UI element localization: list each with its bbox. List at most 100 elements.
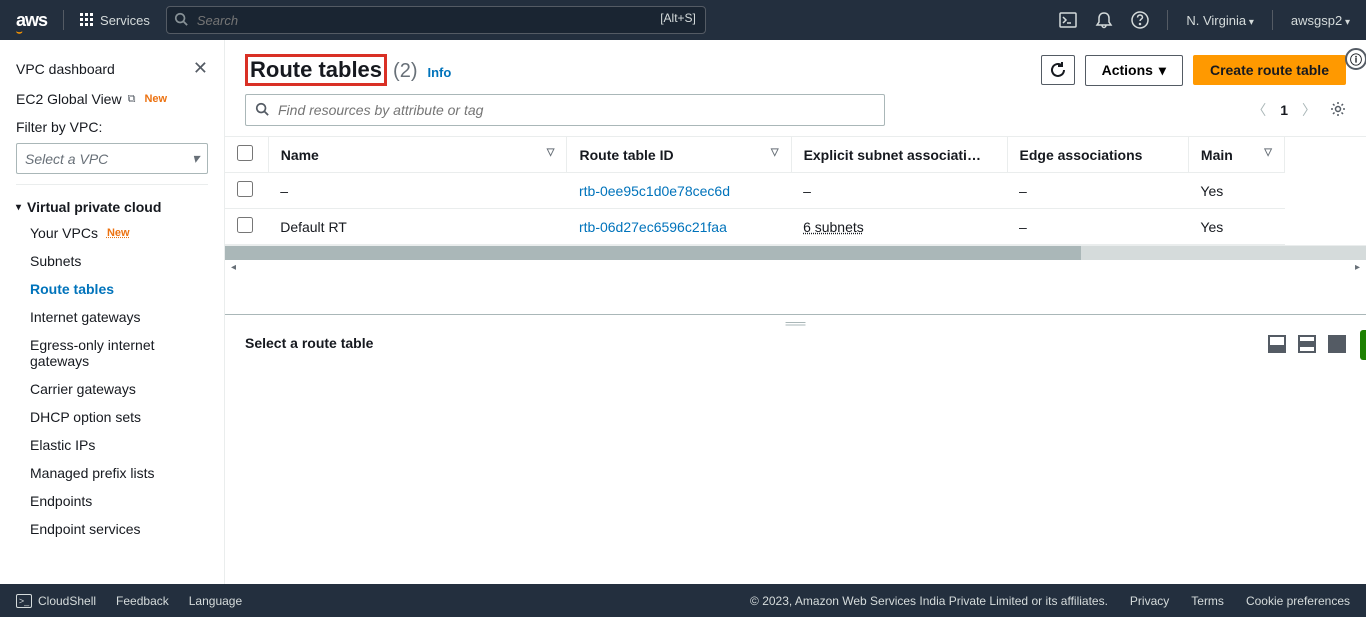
table-wrap: Name▽ Route table ID▽ Explicit subnet as… [225,136,1366,246]
sidebar-item-dashboard[interactable]: VPC dashboard ✕ [0,52,224,85]
item-label: Managed prefix lists [30,465,155,481]
aws-logo[interactable]: aws ⌣ [16,10,47,31]
divider [1167,10,1168,30]
sidebar-item-egress-gateways[interactable]: Egress-only internet gateways [0,331,224,375]
item-label: Route tables [30,281,114,297]
topnav-right: N. Virginia awsgsp2 [1059,10,1350,30]
cell-rtid-link[interactable]: rtb-0ee95c1d0e78cec6d [579,183,730,199]
sidebar-item-route-tables[interactable]: Route tables [0,275,224,303]
item-label: DHCP option sets [30,409,141,425]
item-label: Endpoints [30,493,92,509]
scroll-left-icon[interactable]: ◂ [231,262,236,273]
page-next[interactable]: 〉 [1302,100,1316,120]
new-badge: New [141,92,170,106]
services-menu[interactable]: Services [80,13,150,28]
row-checkbox[interactable] [237,181,253,197]
sidebar-item-your-vpcs[interactable]: Your VPCs New [0,219,224,247]
sidebar-item-endpoints[interactable]: Endpoints [0,487,224,515]
sidebar-item-ec2-global[interactable]: EC2 Global View ⧉ New [0,85,224,113]
layout-bottom-icon[interactable] [1268,335,1286,353]
cell-subnet-link[interactable]: 6 subnets [803,219,864,235]
route-tables-table: Name▽ Route table ID▽ Explicit subnet as… [225,137,1285,245]
scrollbar-thumb[interactable] [225,246,1081,260]
col-name[interactable]: Name▽ [268,137,567,173]
footer-copyright: © 2023, Amazon Web Services India Privat… [750,594,1108,608]
sort-icon[interactable]: ▽ [771,147,779,158]
sidebar-item-endpoint-services[interactable]: Endpoint services [0,515,224,543]
help-icon[interactable] [1131,11,1149,29]
create-label: Create route table [1210,62,1329,78]
layout-split-icon[interactable] [1298,335,1316,353]
item-label: Endpoint services [30,521,141,537]
sidebar-item-elastic-ips[interactable]: Elastic IPs [0,431,224,459]
sidebar-section-vpc[interactable]: Virtual private cloud [0,191,224,219]
search-input[interactable] [166,6,706,34]
resource-search-input[interactable] [245,94,885,126]
settings-icon[interactable] [1330,101,1346,120]
col-subnet[interactable]: Explicit subnet associati… [791,137,1007,173]
notifications-icon[interactable] [1095,11,1113,29]
create-route-table-button[interactable]: Create route table [1193,55,1346,85]
page-prev[interactable]: 〈 [1252,100,1266,120]
footer-terms[interactable]: Terms [1191,594,1224,608]
search-shortcut: [Alt+S] [660,11,696,25]
split-handle[interactable]: ══ [225,315,1366,331]
table-header-row: Name▽ Route table ID▽ Explicit subnet as… [225,137,1285,173]
feedback-tab[interactable] [1360,330,1366,360]
ec2-global-label: EC2 Global View [16,91,122,107]
footer-right: © 2023, Amazon Web Services India Privat… [750,594,1350,608]
account-menu[interactable]: awsgsp2 [1291,13,1350,28]
resource-search [245,94,885,126]
pager: 〈 1 〉 [1252,100,1346,120]
actions-button[interactable]: Actions ▾ [1085,55,1183,86]
table-row[interactable]: Default RT rtb-06d27ec6596c21faa 6 subne… [225,209,1285,245]
table-row[interactable]: – rtb-0ee95c1d0e78cec6d – – Yes [225,173,1285,209]
section-label: Virtual private cloud [27,199,161,215]
vpc-select[interactable]: Select a VPC ▾ [16,143,208,174]
info-link[interactable]: Info [427,65,451,80]
sidebar-item-subnets[interactable]: Subnets [0,247,224,275]
footer-privacy[interactable]: Privacy [1130,594,1169,608]
sidebar-item-carrier-gateways[interactable]: Carrier gateways [0,375,224,403]
divider [63,10,64,30]
footer-cookies[interactable]: Cookie preferences [1246,594,1350,608]
sidebar-item-managed-prefix-lists[interactable]: Managed prefix lists [0,459,224,487]
cell-rtid-link[interactable]: rtb-06d27ec6596c21faa [579,219,727,235]
new-badge: New [104,226,133,240]
footer-feedback[interactable]: Feedback [116,594,169,608]
col-main[interactable]: Main▽ [1188,137,1284,173]
refresh-button[interactable] [1041,55,1075,85]
search-icon [174,12,188,29]
row-checkbox[interactable] [237,217,253,233]
sidebar: VPC dashboard ✕ EC2 Global View ⧉ New Fi… [0,40,225,584]
content-pane: ⓘ Route tables (2) Info Actions ▾ Create… [225,40,1366,584]
detail-bar: Select a route table [225,331,1366,361]
layout-full-icon[interactable] [1328,335,1346,353]
footer-language[interactable]: Language [189,594,242,608]
info-panel-toggle[interactable]: ⓘ [1345,48,1366,70]
cell-name: Default RT [268,209,567,245]
col-edge[interactable]: Edge associations [1007,137,1188,173]
sidebar-item-dhcp-option-sets[interactable]: DHCP option sets [0,403,224,431]
filter-row: 〈 1 〉 [225,94,1366,136]
close-icon[interactable]: ✕ [193,58,208,79]
col-rtid[interactable]: Route table ID▽ [567,137,791,173]
horizontal-scrollbar[interactable] [225,246,1366,260]
sort-icon[interactable]: ▽ [1264,147,1272,158]
cell-edge: – [1007,173,1188,209]
select-all-checkbox[interactable] [237,145,253,161]
chevron-down-icon: ▾ [192,150,199,167]
header-actions: Actions ▾ Create route table [1041,55,1346,86]
divider [16,184,208,185]
cloudshell-icon[interactable] [1059,11,1077,29]
sidebar-item-internet-gateways[interactable]: Internet gateways [0,303,224,331]
scroll-right-icon[interactable]: ▸ [1355,262,1360,273]
search-icon [255,102,269,119]
vpc-select-placeholder: Select a VPC [25,151,108,167]
dashboard-label: VPC dashboard [16,61,115,77]
page-number: 1 [1280,102,1288,118]
external-link-icon: ⧉ [128,93,136,106]
footer-cloudshell[interactable]: >_ CloudShell [16,594,96,608]
sort-icon[interactable]: ▽ [547,147,555,158]
region-selector[interactable]: N. Virginia [1186,13,1254,28]
